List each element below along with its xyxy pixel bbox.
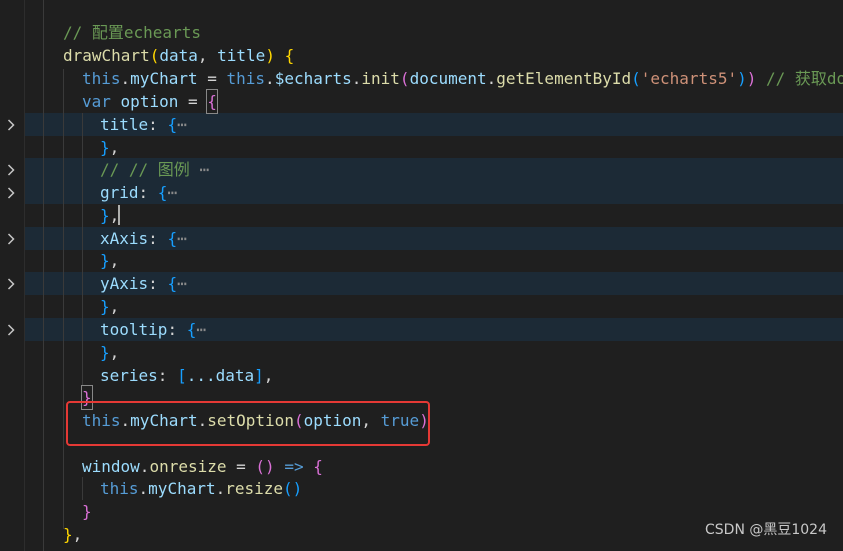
gutter-divider [24, 0, 25, 551]
code-keyword: this [100, 479, 139, 498]
code-line-folded[interactable]: // // 图例 ⋯ [100, 158, 209, 181]
code-key: yAxis [100, 274, 149, 293]
code-keyword: this [82, 69, 121, 88]
code-line: }, [63, 525, 83, 544]
code-line: window.onresize = () => { [82, 457, 323, 476]
chevron-right-icon[interactable] [4, 272, 18, 295]
code-line-folded[interactable]: title: {⋯ [100, 113, 187, 136]
code-param: title [217, 46, 266, 65]
code-comment: // // 图例 [100, 160, 190, 179]
annotation-highlight-box [66, 401, 430, 446]
chevron-right-icon[interactable] [4, 181, 18, 204]
code-method-name: drawChart [63, 46, 150, 65]
code-object: document [409, 69, 487, 88]
code-key: series [100, 366, 158, 385]
fold-ellipsis[interactable]: ⋯ [177, 274, 187, 293]
code-object: window [82, 457, 140, 476]
fold-ellipsis[interactable]: ⋯ [199, 160, 209, 179]
code-line: drawChart(data, title) { [63, 46, 295, 65]
code-line: // 配置echearts [63, 21, 201, 44]
code-property: myChart [148, 479, 216, 498]
code-line-folded[interactable]: yAxis: {⋯ [100, 272, 187, 295]
watermark: CSDN @黑豆1024 [705, 522, 827, 538]
code-property: $echarts [274, 69, 352, 88]
code-line: }, [100, 297, 120, 316]
fold-ellipsis[interactable]: ⋯ [167, 183, 177, 202]
code-param: data [159, 46, 198, 65]
code-line: }, [100, 251, 120, 270]
code-key: grid [100, 183, 139, 202]
chevron-right-icon[interactable] [4, 158, 18, 181]
indent-guide [82, 113, 83, 385]
code-line-folded[interactable]: xAxis: {⋯ [100, 227, 187, 250]
code-function: init [361, 69, 400, 88]
code-comment: // 获取dom [766, 69, 843, 88]
code-line: } [82, 502, 92, 521]
code-line-folded[interactable]: tooltip: {⋯ [100, 318, 206, 341]
code-spread: ...data [186, 366, 255, 385]
code-line: series: [...data], [100, 366, 274, 385]
code-line: this.myChart = this.$echarts.init(docume… [82, 67, 843, 90]
indent-guide [82, 477, 83, 500]
code-editor[interactable]: // 配置echearts drawChart(data, title) { t… [0, 0, 843, 551]
indent-guide [63, 69, 64, 529]
code-keyword: var [82, 92, 111, 111]
code-line: }, [100, 206, 120, 225]
chevron-right-icon[interactable] [4, 113, 18, 136]
code-line: }, [100, 343, 120, 362]
code-line-folded[interactable]: grid: {⋯ [100, 181, 177, 204]
code-key: xAxis [100, 229, 149, 248]
indent-guide [43, 0, 44, 551]
code-keyword: this [226, 69, 266, 88]
code-property: myChart [130, 69, 198, 88]
chevron-right-icon[interactable] [4, 227, 18, 250]
code-comment: // 配置echearts [63, 23, 201, 42]
fold-ellipsis[interactable]: ⋯ [177, 115, 187, 134]
chevron-right-icon[interactable] [4, 318, 18, 341]
code-line: this.myChart.resize() [100, 479, 303, 498]
code-function: getElementById [496, 69, 632, 88]
code-variable: option [120, 92, 179, 111]
code-string: 'echarts5' [640, 69, 738, 88]
code-line: }, [100, 138, 120, 157]
code-line: var option = { [82, 89, 218, 114]
text-cursor [118, 205, 120, 225]
code-property: onresize [149, 457, 227, 476]
fold-ellipsis[interactable]: ⋯ [196, 320, 206, 339]
code-key: title [100, 115, 149, 134]
code-key: tooltip [100, 320, 168, 339]
code-function: resize [225, 479, 284, 498]
fold-ellipsis[interactable]: ⋯ [177, 229, 187, 248]
